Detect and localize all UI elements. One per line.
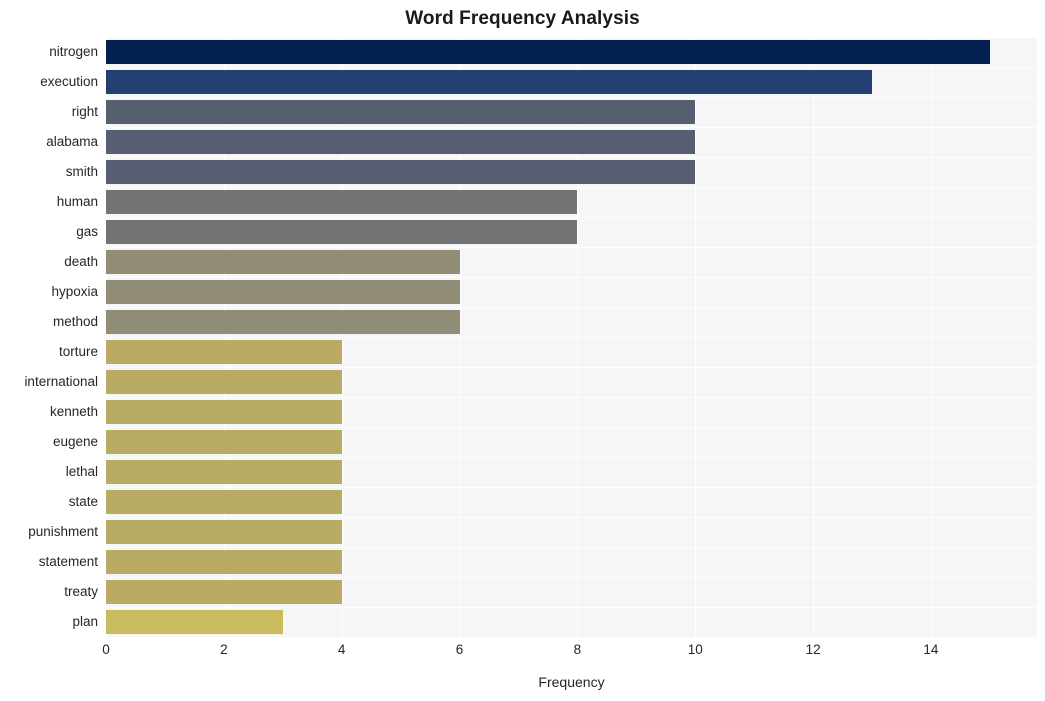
bar[interactable] [106,400,342,424]
bar-row[interactable] [106,40,1037,64]
y-tick-label: method [52,314,98,329]
horizontal-gridline [106,577,1037,578]
bar[interactable] [106,430,342,454]
bar[interactable] [106,100,696,124]
bar-row[interactable] [106,430,1037,454]
bar[interactable] [106,160,696,184]
bar-row[interactable] [106,70,1037,94]
horizontal-gridline [106,127,1037,128]
horizontal-gridline [106,367,1037,368]
bar-row[interactable] [106,100,1037,124]
y-tick-label: eugene [52,434,98,449]
x-tick-label: 10 [687,642,703,657]
y-tick-label: hypoxia [51,284,98,299]
bar-row[interactable] [106,280,1037,304]
y-tick-label: lethal [65,464,98,479]
y-tick-label: nitrogen [49,44,98,59]
bar[interactable] [106,580,342,604]
horizontal-gridline [106,547,1037,548]
bar-row[interactable] [106,130,1037,154]
bar[interactable] [106,520,342,544]
horizontal-gridline [106,37,1037,38]
y-tick-label: alabama [46,134,98,149]
bar-row[interactable] [106,220,1037,244]
horizontal-gridline [106,337,1037,338]
bar[interactable] [106,220,578,244]
horizontal-gridline [106,67,1037,68]
bar-row[interactable] [106,310,1037,334]
bar-row[interactable] [106,550,1037,574]
bar[interactable] [106,340,342,364]
x-tick-label: 6 [455,642,464,657]
bar[interactable] [106,70,872,94]
y-tick-label: statement [38,554,98,569]
y-axis-tick-labels: nitrogen execution right alabama smith human g… [0,37,98,637]
horizontal-gridline [106,517,1037,518]
y-tick-label: treaty [64,584,98,599]
y-tick-label: right [71,104,98,119]
bar-row[interactable] [106,610,1037,634]
bar-row[interactable] [106,250,1037,274]
x-tick-label: 14 [923,642,939,657]
horizontal-gridline [106,277,1037,278]
x-axis-tick-labels: 0 2 4 6 8 10 12 14 [102,641,1037,663]
horizontal-gridline [106,457,1037,458]
horizontal-gridline [106,247,1037,248]
word-frequency-chart-figure: Word Frequency Analysis nitrogen executio… [0,0,1045,701]
bar[interactable] [106,40,990,64]
y-tick-label: plan [72,614,98,629]
horizontal-gridline [106,217,1037,218]
x-tick-label: 12 [805,642,821,657]
bar-row[interactable] [106,490,1037,514]
y-tick-label: human [56,194,98,209]
y-tick-label: gas [76,224,98,239]
x-tick-label: 8 [573,642,582,657]
plot-area [106,37,1037,638]
y-tick-label: smith [65,164,98,179]
x-tick-label: 4 [337,642,346,657]
bar-row[interactable] [106,160,1037,184]
horizontal-gridline [106,427,1037,428]
bar-row[interactable] [106,340,1037,364]
y-tick-label: international [24,374,98,389]
horizontal-gridline [106,187,1037,188]
horizontal-gridline [106,97,1037,98]
horizontal-gridline [106,307,1037,308]
bar[interactable] [106,250,460,274]
bar[interactable] [106,190,578,214]
y-tick-label: state [68,494,98,509]
y-tick-label: kenneth [49,404,98,419]
y-tick-label: execution [40,74,98,89]
x-axis-label: Frequency [538,674,605,690]
bar[interactable] [106,490,342,514]
bar-row[interactable] [106,400,1037,424]
bar[interactable] [106,370,342,394]
bar[interactable] [106,280,460,304]
x-tick-label: 2 [220,642,228,657]
chart-title: Word Frequency Analysis [405,8,640,29]
bar-row[interactable] [106,370,1037,394]
horizontal-gridline [106,487,1037,488]
horizontal-gridline [106,637,1037,638]
x-tick-label: 0 [102,642,110,657]
horizontal-gridline [106,607,1037,608]
y-tick-label: punishment [28,524,98,539]
y-tick-label: torture [58,344,98,359]
horizontal-gridline [106,157,1037,158]
bar[interactable] [106,130,696,154]
bar[interactable] [106,610,283,634]
bar-row[interactable] [106,190,1037,214]
bar[interactable] [106,310,460,334]
bar-row[interactable] [106,520,1037,544]
bar[interactable] [106,550,342,574]
bar-row[interactable] [106,460,1037,484]
bar-row[interactable] [106,580,1037,604]
bar[interactable] [106,460,342,484]
horizontal-gridline [106,397,1037,398]
y-tick-label: death [64,254,98,269]
